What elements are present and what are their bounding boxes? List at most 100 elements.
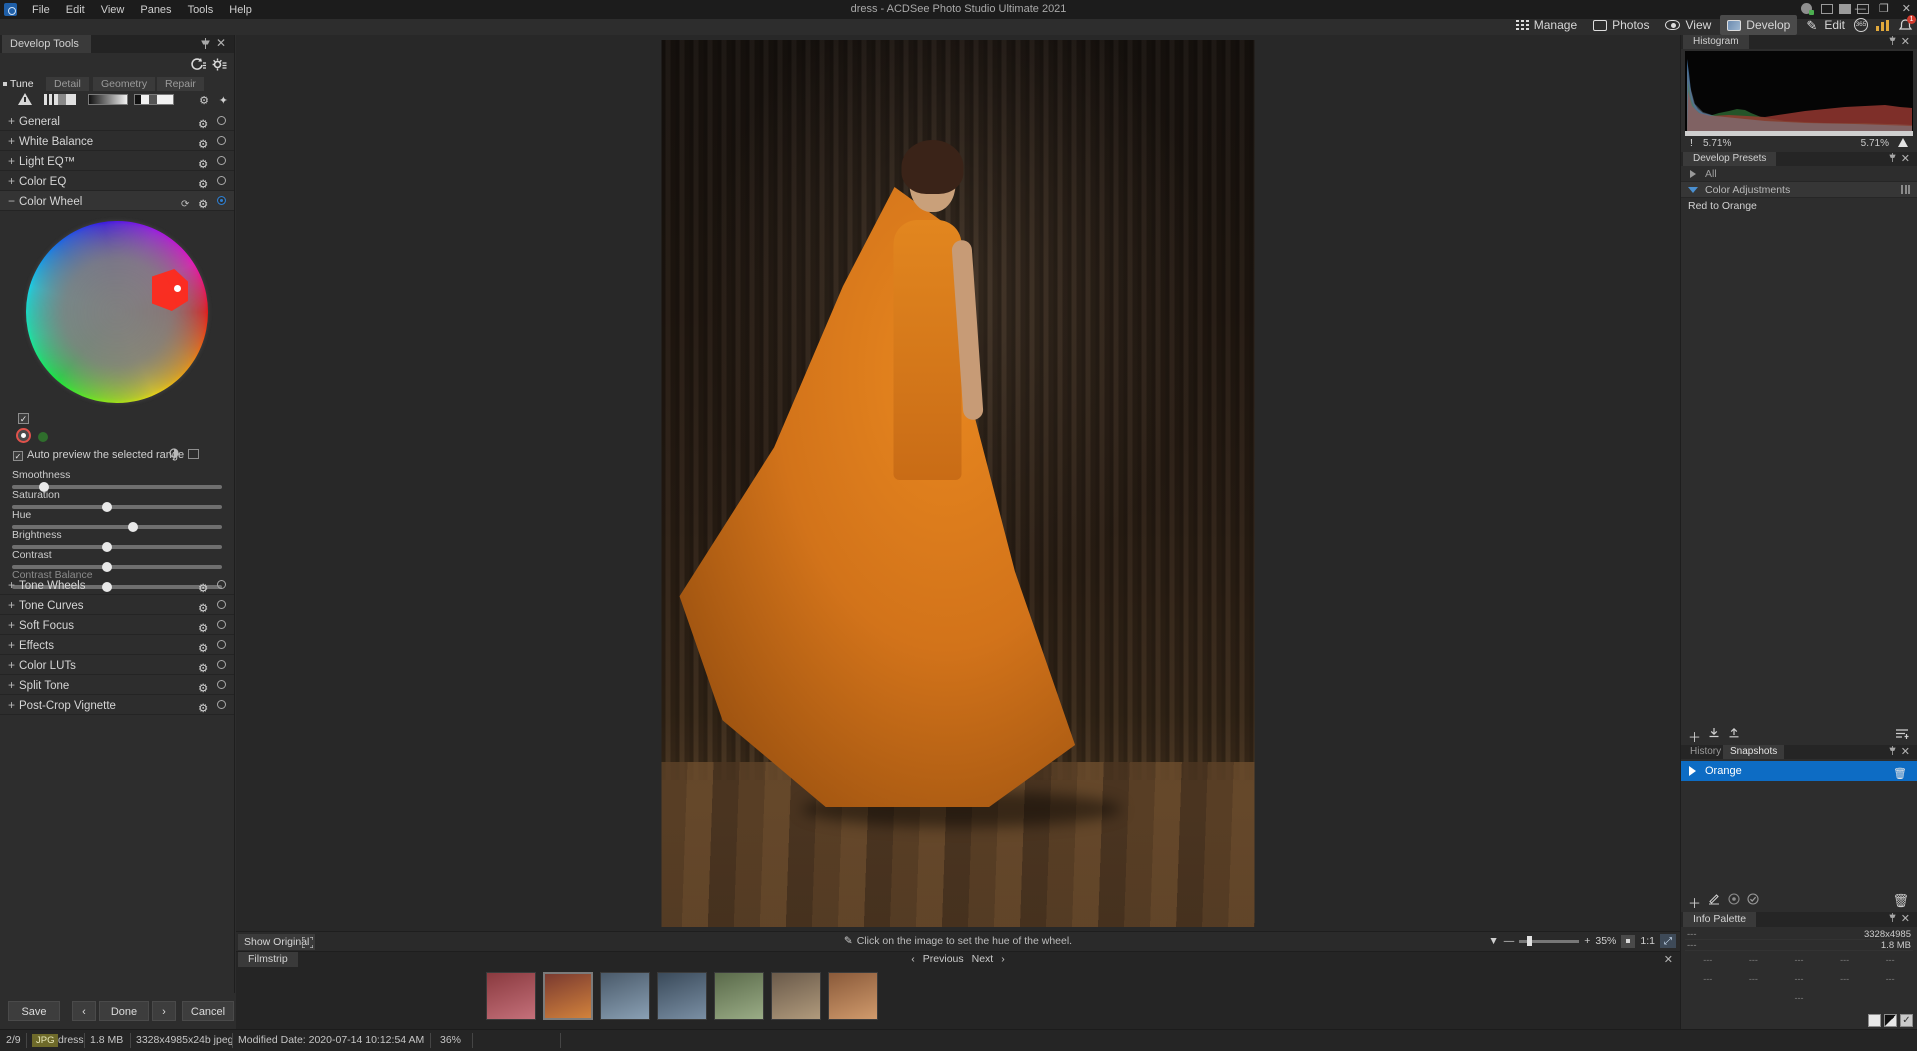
slider-smoothness[interactable]: Smoothness 20 (12, 469, 254, 493)
zoom-out-button[interactable]: — (1504, 935, 1515, 947)
filmstrip-thumb[interactable] (714, 972, 764, 1020)
preset-options-icon[interactable] (1901, 185, 1910, 194)
enable-toggle[interactable] (217, 700, 226, 709)
import-icon[interactable] (1708, 727, 1720, 742)
cancel-button[interactable]: Cancel (182, 1001, 234, 1021)
radial-gradient-icon[interactable] (134, 94, 174, 105)
statistics-icon[interactable] (1876, 19, 1890, 31)
slider-contrast[interactable]: Contrast 0 (12, 549, 254, 573)
auto-preview-row[interactable]: ✓ Auto preview the selected range (13, 449, 184, 461)
filmstrip-thumb[interactable] (600, 972, 650, 1020)
trash-icon[interactable]: 🗑 (1892, 893, 1909, 909)
slider-saturation[interactable]: Saturation 0 (12, 489, 254, 513)
gear-icon[interactable]: ⚙ (198, 175, 209, 191)
pin-icon[interactable] (1889, 153, 1896, 165)
zoom-in-button[interactable]: + (1584, 935, 1590, 947)
tool-row-split-tone[interactable]: + Split Tone ⚙ (0, 675, 234, 695)
gear-icon[interactable]: ⚙ (198, 599, 209, 615)
tool-row-light-eq[interactable]: + Light EQ™ ⚙ (0, 151, 234, 171)
tool-row-soft-focus[interactable]: + Soft Focus ⚙ (0, 615, 234, 635)
tool-row-color-luts[interactable]: + Color LUTs ⚙ (0, 655, 234, 675)
filmstrip-next-arrow[interactable]: › (1001, 953, 1005, 965)
gear-icon[interactable]: ⚙ (198, 619, 209, 635)
gear-icon[interactable]: ⚙ (198, 195, 209, 211)
secondary-color-swatch[interactable] (38, 432, 48, 442)
tool-row-color-wheel[interactable]: − Color Wheel ⟳ ⚙ (0, 191, 234, 211)
filmstrip-thumb[interactable] (828, 972, 878, 1020)
enable-toggle[interactable] (217, 680, 226, 689)
zoom-slider[interactable] (1519, 936, 1580, 946)
fullscreen-icon[interactable] (301, 936, 314, 949)
color-wheel-handle[interactable] (174, 285, 181, 292)
check-icon[interactable]: ✓ (1900, 1014, 1913, 1027)
minimize-button[interactable]: — (1855, 3, 1866, 15)
tool-row-effects[interactable]: + Effects ⚙ (0, 635, 234, 655)
pin-icon[interactable] (1889, 746, 1896, 758)
trash-icon[interactable]: 🗑 (1893, 764, 1907, 784)
canvas-area[interactable] (236, 35, 1680, 931)
tab-detail[interactable]: Detail (46, 77, 89, 91)
enable-toggle[interactable] (217, 136, 226, 145)
tool-row-color-eq[interactable]: + Color EQ ⚙ (0, 171, 234, 191)
gear-icon[interactable]: ⚙ (198, 639, 209, 655)
menu-item-tools[interactable]: Tools (180, 2, 222, 18)
filmstrip-thumb-selected[interactable] (543, 972, 593, 1020)
previous-image-button[interactable]: ‹ (72, 1001, 96, 1021)
filmstrip-thumb[interactable] (486, 972, 536, 1020)
tab-history[interactable]: History (1683, 745, 1728, 759)
gear-icon[interactable]: ⚙ (198, 155, 209, 171)
linear-gradient-icon[interactable] (88, 94, 128, 105)
clipping-exclamation-icon[interactable]: ! (1690, 138, 1693, 149)
close-icon[interactable]: ✕ (1901, 35, 1910, 48)
gear-icon[interactable]: ⚙ (198, 115, 209, 131)
enable-toggle[interactable] (217, 620, 226, 629)
tab-geometry[interactable]: Geometry (93, 77, 156, 91)
filmstrip-previous-button[interactable]: Previous (923, 953, 964, 965)
brush-icon[interactable] (44, 94, 76, 105)
menu-item-help[interactable]: Help (221, 2, 260, 18)
enable-toggle[interactable] (217, 176, 226, 185)
show-selection-checkbox[interactable]: ✓ (18, 413, 29, 424)
close-icon[interactable]: ✕ (216, 37, 226, 50)
tool-row-tone-wheels[interactable]: + Tone Wheels ⚙ (0, 575, 234, 595)
star-icon[interactable]: ✦ (219, 94, 228, 107)
slider-brightness[interactable]: Brightness 0 (12, 529, 254, 553)
tool-row-tone-curves[interactable]: + Tone Curves ⚙ (0, 595, 234, 615)
reset-all-icon[interactable] (190, 57, 207, 72)
preset-group-color-adjustments[interactable]: Color Adjustments (1681, 182, 1917, 198)
slider-hue[interactable]: Hue 32 (12, 509, 254, 533)
zoom-expand-button[interactable]: ⤢ (1660, 934, 1676, 948)
reset-icon[interactable]: ⟳ (181, 195, 192, 210)
histogram-chart[interactable] (1685, 51, 1913, 136)
close-icon[interactable]: ✕ (1901, 152, 1910, 165)
screen-layout-2-icon[interactable] (1839, 4, 1851, 14)
close-icon[interactable]: ✕ (1664, 953, 1673, 966)
close-icon[interactable]: ✕ (1901, 745, 1910, 758)
preset-item-red-to-orange[interactable]: Red to Orange (1681, 198, 1917, 215)
menu-item-panes[interactable]: Panes (132, 2, 179, 18)
selected-color-swatch[interactable] (16, 428, 31, 443)
badge-365-icon[interactable]: 365 (1854, 18, 1868, 32)
tab-tune[interactable]: Tune (0, 77, 42, 91)
enable-toggle[interactable] (217, 660, 226, 669)
zoom-slider-knob[interactable] (1527, 936, 1533, 946)
filmstrip-thumb[interactable] (771, 972, 821, 1020)
screen-layout-1-icon[interactable] (1821, 4, 1833, 14)
preset-group-all[interactable]: All (1681, 166, 1917, 182)
gear-icon[interactable]: ⚙ (198, 679, 209, 695)
tab-repair[interactable]: Repair (157, 77, 204, 91)
pin-icon[interactable] (1889, 913, 1896, 925)
contrast-icon[interactable] (1884, 1014, 1897, 1027)
filmstrip-thumb[interactable] (657, 972, 707, 1020)
warning-triangle-icon[interactable] (1898, 138, 1908, 147)
auto-preview-checkbox[interactable]: ✓ (13, 451, 23, 461)
enable-toggle[interactable] (217, 580, 226, 589)
zoom-dropdown-icon[interactable]: ▼ (1488, 935, 1498, 947)
mode-develop[interactable]: Develop (1720, 15, 1798, 35)
zoom-fit-button[interactable] (1621, 934, 1636, 948)
tool-row-white-balance[interactable]: + White Balance ⚙ (0, 131, 234, 151)
snapshot-item-orange[interactable]: Orange 🗑 (1681, 761, 1917, 781)
preview-image[interactable] (661, 40, 1255, 927)
eyedropper-icon[interactable] (168, 448, 180, 460)
enable-toggle[interactable] (217, 640, 226, 649)
